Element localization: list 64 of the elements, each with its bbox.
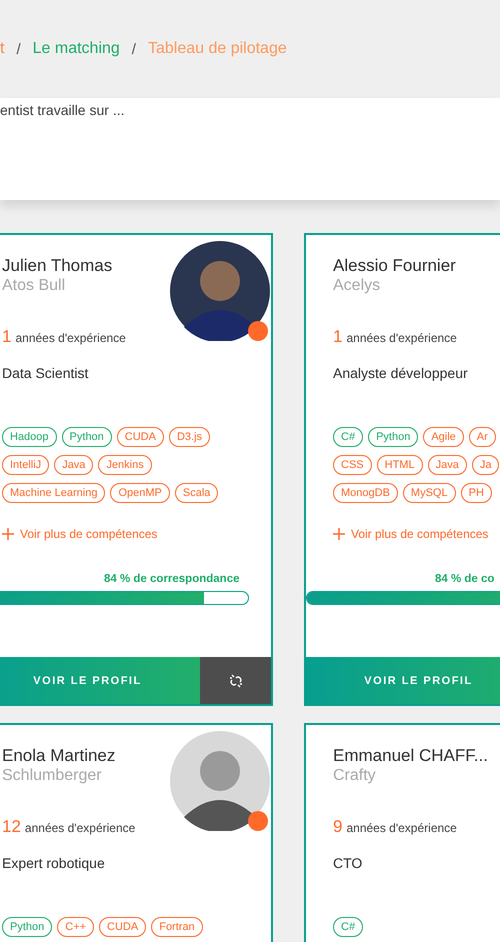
breadcrumb-link[interactable]: t [0,40,4,58]
skill-tag: MonogDB [333,483,398,503]
years-count: 12 [2,817,21,837]
skill-tag: Fortran [151,917,203,937]
skill-tag: CUDA [116,427,164,447]
more-skills-link[interactable]: Voir plus de compétences [333,527,500,541]
skill-tag: D3.js [168,427,210,447]
candidate-name: Julien Thomas [2,256,112,276]
skill-tag: Ja [472,455,500,475]
years-count: 9 [333,817,342,837]
skill-tag: C++ [57,917,94,937]
view-profile-button[interactable]: VOIR LE PROFIL [306,657,500,704]
view-profile-button[interactable]: VOIR LE PROFIL [0,657,200,704]
skill-tag: OpenMP [110,483,170,503]
skill-tag: C# [333,917,364,937]
skill-tag: HTML [376,455,423,475]
breadcrumb-separator: / [132,40,136,58]
broken-link-icon [228,674,242,688]
skill-tag: Python [2,917,52,937]
experience-label: années d'expérience [346,331,457,345]
skill-tag: Scala [174,483,218,503]
job-title: Analyste développeur [333,365,469,383]
skill-tag: Jenkins [98,455,152,475]
avatar-icon [170,731,270,831]
skill-tag: CUDA [99,917,146,937]
candidate-name: Alessio Fournier [333,256,456,276]
breadcrumb-link[interactable]: Tableau de pilotage [148,40,287,58]
plus-icon [333,528,345,540]
skill-tag: Hadoop [2,427,57,447]
job-title: Expert robotique [2,855,106,873]
skill-tag: Java [54,455,94,475]
plus-icon [2,528,14,540]
match-percentage: 84 % de co [435,573,494,585]
skill-tag: Machine Learning [2,483,106,503]
candidate-name: Enola Martinez [2,746,116,766]
years-count: 1 [333,327,342,347]
avatar-icon [170,241,270,341]
job-title: CTO [333,855,364,873]
skill-tag: C# [333,427,364,447]
skill-tag: PH [460,483,492,503]
skill-tag: Agile [423,427,464,447]
breadcrumb-separator: / [16,40,21,58]
skill-tag: Python [62,427,112,447]
skill-tag: Python [368,427,418,447]
match-percentage: 84 % de correspondance [104,573,240,585]
company-name: Acelys [333,277,382,295]
candidate-name: Emmanuel CHAFF... [333,746,488,766]
skill-tag: MySQL [402,483,456,503]
skill-tag: IntelliJ [2,455,50,475]
experience-label: années d'expérience [346,821,457,835]
experience-label: années d'expérience [24,821,136,835]
more-skills-link[interactable]: Voir plus de compétences [2,527,245,541]
unlink-button[interactable] [200,657,271,704]
skill-tag: Ar [468,427,496,447]
company-name: Crafty [333,767,377,785]
experience-label: années d'expérience [15,331,126,345]
company-name: Atos Bull [2,277,66,295]
job-title: Data Scientist [2,365,90,383]
skill-tag: Java [428,455,467,475]
skill-tag: CSS [333,455,372,475]
company-name: Schlumberger [2,767,103,785]
breadcrumb-link[interactable]: Le matching [32,40,120,58]
years-count: 1 [2,327,12,347]
search-field[interactable]: entist travaille sur ... [0,98,500,200]
